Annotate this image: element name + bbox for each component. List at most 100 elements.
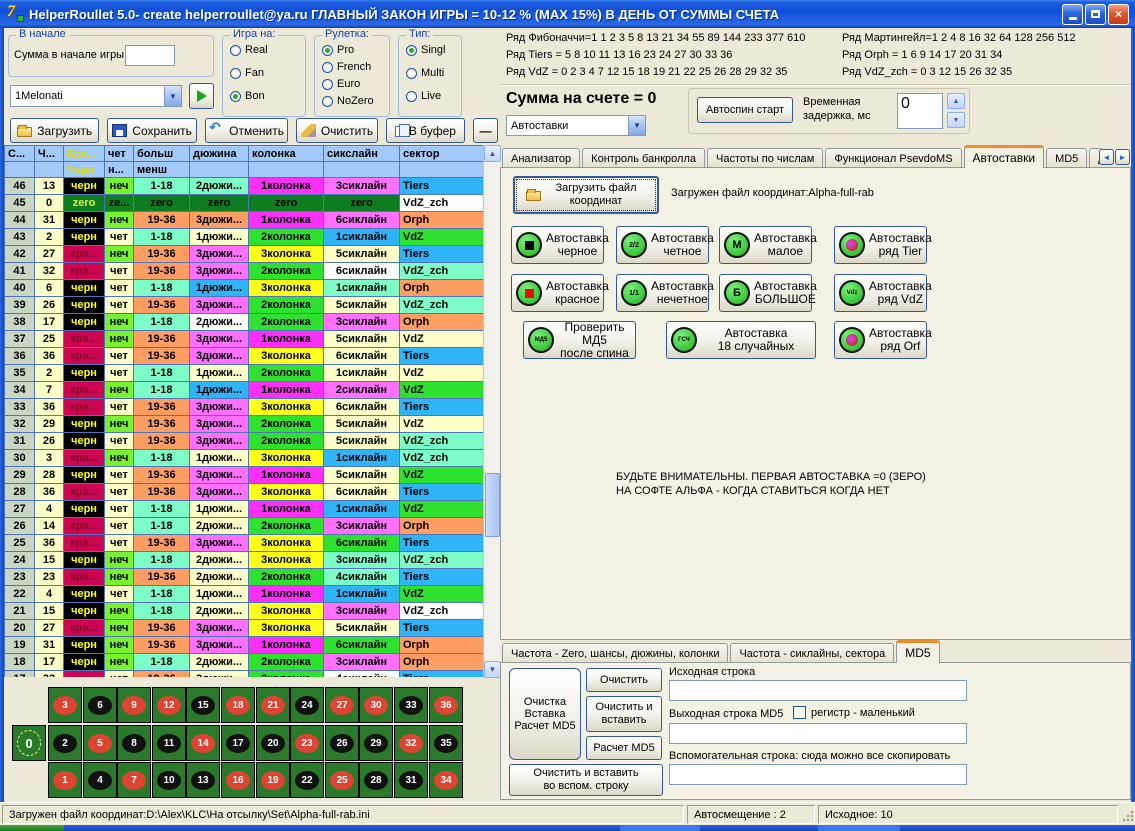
table-row[interactable]: 1733кра...чет19-363дюжи...2колонка4сикла…: [5, 671, 484, 677]
roulette-cell-18[interactable]: 18: [221, 687, 255, 723]
radio-icon[interactable]: [406, 91, 417, 102]
spinner-down-icon[interactable]: ▼: [947, 112, 965, 128]
load-coords-button[interactable]: Загрузить файл координат: [513, 176, 659, 214]
autostake-red-button[interactable]: Автоставкакрасное: [511, 274, 604, 312]
spinner-up-icon[interactable]: ▲: [947, 93, 965, 109]
radio-icon[interactable]: [230, 68, 241, 79]
roulette-cell-1[interactable]: 1: [48, 762, 82, 798]
roulette-cell-16[interactable]: 16: [221, 762, 255, 798]
table-row[interactable]: 3926чернчет19-363дюжи...2колонка5сиклайн…: [5, 297, 484, 314]
collapse-button[interactable]: —: [473, 118, 498, 143]
roulette-cell-15[interactable]: 15: [186, 687, 220, 723]
md5-clear-paste-button[interactable]: Очистить и вставить: [586, 696, 662, 732]
mode-combo[interactable]: Автоставки ▼: [506, 115, 646, 136]
table-row[interactable]: 4227кра...неч19-363дюжи...3колонка5сикла…: [5, 246, 484, 263]
autostake-vdz-button[interactable]: VdzАвтоставкаряд VdZ: [834, 274, 927, 312]
roulette-cell-28[interactable]: 28: [359, 762, 393, 798]
roulette-cell-31[interactable]: 31: [394, 762, 428, 798]
roulette-cell-13[interactable]: 13: [186, 762, 220, 798]
freq-tab-1[interactable]: Частота - сиклайны, сектора: [730, 643, 894, 663]
roulette-cell-19[interactable]: 19: [256, 762, 290, 798]
table-row[interactable]: 3229черннеч19-363дюжи...2колонка5сиклайн…: [5, 416, 484, 433]
scroll-up-icon[interactable]: ▲: [484, 145, 501, 162]
roulette-cell-11[interactable]: 11: [152, 725, 186, 761]
table-row[interactable]: 3126чернчет19-363дюжи...2колонка5сиклайн…: [5, 433, 484, 450]
tab-4[interactable]: Автоставки: [964, 145, 1045, 168]
md5-clear-button[interactable]: Очистить: [586, 668, 662, 692]
radio-option-pro[interactable]: Pro: [322, 44, 354, 56]
radio-icon[interactable]: [322, 45, 333, 56]
roulette-cell-6[interactable]: 6: [83, 687, 117, 723]
freq-tab-2[interactable]: MD5: [896, 640, 939, 663]
tab-3[interactable]: Функционал PsevdoMS: [825, 148, 961, 168]
radio-option-bon[interactable]: Bon: [230, 90, 265, 102]
register-checkbox[interactable]: [793, 706, 806, 719]
roulette-cell-33[interactable]: 33: [394, 687, 428, 723]
table-row[interactable]: 2536кра...чет19-363дюжи...3колонка6сикла…: [5, 535, 484, 552]
delay-spinner-field[interactable]: 0: [897, 93, 943, 129]
table-row[interactable]: 352чернчет1-181дюжи...2колонка1сиклайнVd…: [5, 365, 484, 382]
roulette-cell-20[interactable]: 20: [256, 725, 290, 761]
table-row[interactable]: 2115черннеч1-182дюжи...3колонка3сиклайнV…: [5, 603, 484, 620]
radio-option-multi[interactable]: Multi: [406, 67, 444, 79]
start-sum-input[interactable]: [125, 45, 175, 66]
radio-option-french[interactable]: French: [322, 61, 371, 73]
roulette-cell-8[interactable]: 8: [117, 725, 151, 761]
roulette-cell-29[interactable]: 29: [359, 725, 393, 761]
tab-5[interactable]: MD5: [1046, 148, 1087, 168]
table-row[interactable]: 1931черннеч19-363дюжи...1колонка6сиклайн…: [5, 637, 484, 654]
roulette-cell-14[interactable]: 14: [186, 725, 220, 761]
radio-icon[interactable]: [322, 96, 333, 107]
radio-option-real[interactable]: Real: [230, 44, 268, 56]
scroll-down-icon[interactable]: ▼: [484, 661, 501, 678]
grid-scrollbar[interactable]: ▲ ▼: [483, 145, 500, 678]
roulette-cell-30[interactable]: 30: [359, 687, 393, 723]
table-row[interactable]: 274чернчет1-181дюжи...1колонка1сиклайнVd…: [5, 501, 484, 518]
radio-icon[interactable]: [322, 62, 333, 73]
autostake-big-button[interactable]: БАвтоставкаБОЛЬШОЕ: [719, 274, 812, 312]
tab-2[interactable]: Частоты по числам: [707, 148, 823, 168]
undo-button[interactable]: Отменить: [205, 118, 288, 143]
table-row[interactable]: 4132кра...чет19-363дюжи...2колонка6сикла…: [5, 263, 484, 280]
strategy-combo[interactable]: 1Melonati ▼: [10, 85, 182, 107]
table-row[interactable]: 224чернчет1-181дюжи...1колонка1сиклайнVd…: [5, 586, 484, 603]
tab-scroll-right-icon[interactable]: ►: [1115, 149, 1130, 165]
chevron-down-icon[interactable]: ▼: [164, 86, 181, 106]
roulette-cell-32[interactable]: 32: [394, 725, 428, 761]
roulette-cell-23[interactable]: 23: [290, 725, 324, 761]
roulette-cell-7[interactable]: 7: [117, 762, 151, 798]
roulette-cell-10[interactable]: 10: [152, 762, 186, 798]
table-row[interactable]: 2928чернчет19-363дюжи...1колонка5сиклайн…: [5, 467, 484, 484]
autostake-even-button[interactable]: 2/2Автоставкачетное: [616, 226, 709, 264]
md5-big-button[interactable]: Очистка Вставка Расчет MD5: [509, 668, 581, 760]
table-row[interactable]: 3336кра...чет19-363дюжи...3колонка6сикла…: [5, 399, 484, 416]
radio-icon[interactable]: [230, 91, 241, 102]
roulette-cell-4[interactable]: 4: [83, 762, 117, 798]
md5-aux-input[interactable]: [669, 764, 967, 785]
radio-icon[interactable]: [406, 68, 417, 79]
autostake-tier-button[interactable]: Автоставкаряд Tier: [834, 226, 927, 264]
md5-clear-paste-aux-button[interactable]: Очистить и вставить во вспом. строку: [509, 764, 663, 796]
table-row[interactable]: 406чернчет1-181дюжи...3колонка1сиклайнOr…: [5, 280, 484, 297]
roulette-cell-26[interactable]: 26: [325, 725, 359, 761]
autostake-md5-check-button[interactable]: МД5Проверить МД5после спина: [523, 321, 636, 359]
roulette-cell-24[interactable]: 24: [290, 687, 324, 723]
tab-0[interactable]: Анализатор: [502, 148, 580, 168]
clear-button[interactable]: Очистить: [296, 118, 377, 143]
md5-calc-button[interactable]: Расчет MD5: [586, 736, 662, 760]
autostake-black-button[interactable]: Автоставкачерное: [511, 226, 604, 264]
table-row[interactable]: 3725кра...неч19-363дюжи...1колонка5сикла…: [5, 331, 484, 348]
roulette-cell-21[interactable]: 21: [256, 687, 290, 723]
roulette-cell-17[interactable]: 17: [221, 725, 255, 761]
roulette-cell-5[interactable]: 5: [83, 725, 117, 761]
radio-icon[interactable]: [230, 45, 241, 56]
table-row[interactable]: 432чернчет1-181дюжи...2колонка1сиклайнVd…: [5, 229, 484, 246]
table-row[interactable]: 450zeroze...zerozerozerozeroVdZ_zch: [5, 195, 484, 212]
table-row[interactable]: 3636кра...чет19-363дюжи...3колонка6сикла…: [5, 348, 484, 365]
radio-icon[interactable]: [406, 45, 417, 56]
freq-tab-0[interactable]: Частота - Zero, шансы, дюжины, колонки: [502, 643, 728, 663]
table-row[interactable]: 2027кра...неч19-363дюжи...3колонка5сикла…: [5, 620, 484, 637]
radio-icon[interactable]: [322, 79, 333, 90]
radio-option-fan[interactable]: Fan: [230, 67, 264, 79]
autostake-orf-button[interactable]: Автоставкаряд Orf: [834, 321, 927, 359]
